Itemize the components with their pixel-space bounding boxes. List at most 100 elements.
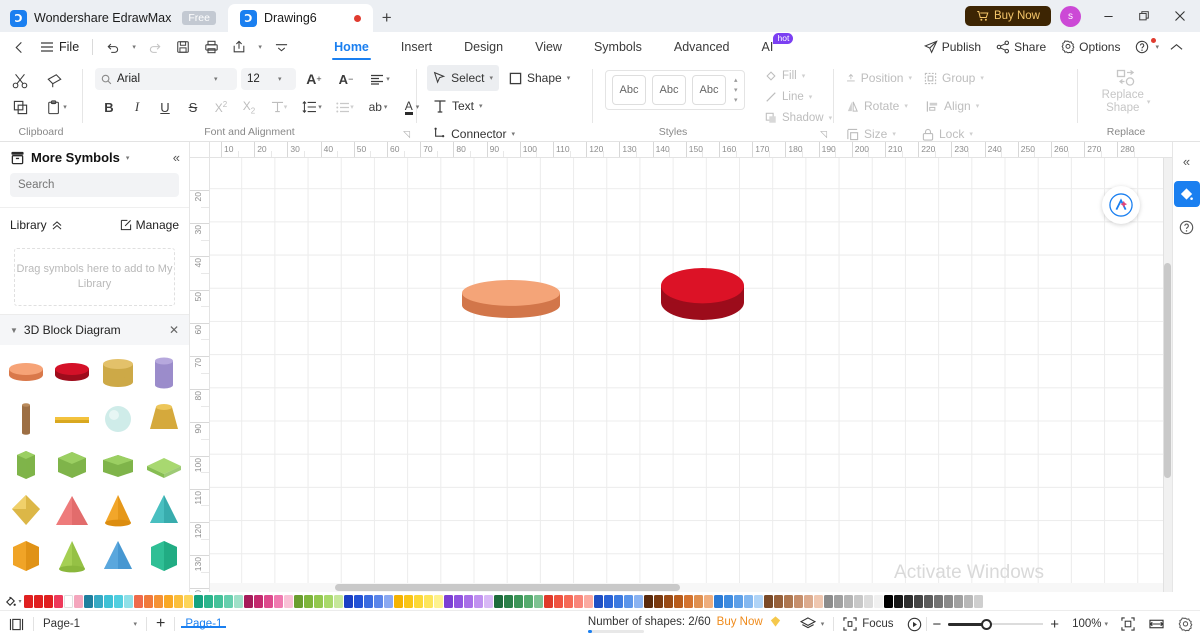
color-swatch[interactable] (374, 594, 383, 608)
tab-view[interactable]: View (519, 32, 578, 62)
color-swatch[interactable] (494, 594, 503, 608)
rotate-button[interactable]: Rotate ▾ (840, 93, 920, 119)
color-swatch[interactable] (24, 594, 33, 608)
zoom-slider-knob[interactable] (981, 618, 993, 630)
style-gallery-scroll[interactable]: ▴ ▾ ▾ (734, 76, 738, 104)
page-view-button[interactable] (0, 611, 33, 637)
manage-library-button[interactable]: Manage (120, 218, 179, 232)
share-button[interactable]: Share (990, 35, 1052, 59)
symbol-trapezoid-blue[interactable] (4, 581, 48, 592)
paste-button[interactable]: ▾ (40, 94, 74, 120)
superscript-button[interactable]: X2 (207, 94, 235, 120)
add-page-button[interactable]: + (147, 611, 174, 637)
color-swatch[interactable] (254, 594, 263, 608)
style-preview-3[interactable]: Abc (692, 75, 726, 105)
symbol-pyramid-teal[interactable] (142, 489, 186, 533)
cut-button[interactable] (6, 68, 34, 94)
select-tool-button[interactable]: Select ▾ (427, 65, 499, 91)
color-swatch[interactable] (304, 594, 313, 608)
color-swatch[interactable] (514, 594, 523, 608)
color-swatch[interactable] (584, 594, 593, 608)
color-swatch[interactable] (274, 594, 283, 608)
vertical-ruler[interactable]: 2030405060708090100110120130140150160 (190, 158, 210, 592)
color-swatch[interactable] (814, 594, 823, 608)
underline-button[interactable]: U (151, 94, 179, 120)
help-panel-button[interactable] (1175, 215, 1199, 239)
fit-width-button[interactable] (1142, 611, 1171, 637)
color-swatch[interactable] (804, 594, 813, 608)
color-swatch[interactable] (124, 594, 133, 608)
save-button[interactable] (170, 35, 196, 59)
symbol-cylinder-purple[interactable] (142, 351, 186, 395)
color-swatch[interactable] (884, 594, 893, 608)
avatar[interactable]: s (1060, 5, 1081, 27)
font-family-field[interactable]: ▾ (95, 68, 237, 90)
page-selector[interactable]: Page-1 ▾ (34, 611, 146, 637)
color-swatch[interactable] (354, 594, 363, 608)
symbol-flat-ellipse-orange[interactable] (4, 351, 48, 395)
color-swatch[interactable] (614, 594, 623, 608)
tab-home[interactable]: Home (318, 32, 385, 62)
symbol-polyhedron-teal[interactable] (142, 535, 186, 579)
style-preview-2[interactable]: Abc (652, 75, 686, 105)
symbol-pyramid-blue[interactable] (96, 535, 140, 579)
color-swatch[interactable] (194, 594, 203, 608)
color-swatch[interactable] (964, 594, 973, 608)
color-swatch[interactable] (674, 594, 683, 608)
settings-button[interactable] (1171, 611, 1200, 637)
color-swatch[interactable] (934, 594, 943, 608)
font-family-caret-icon[interactable]: ▾ (214, 75, 218, 83)
font-family-input[interactable] (117, 73, 209, 85)
copy-button[interactable] (6, 94, 34, 120)
color-swatch[interactable] (664, 594, 673, 608)
color-swatch[interactable] (874, 594, 883, 608)
zoom-slider[interactable] (948, 617, 1044, 631)
collapse-symbols-panel-icon[interactable]: « (173, 150, 180, 165)
more-commands-button[interactable] (268, 35, 294, 59)
symbol-cube-green[interactable] (50, 443, 94, 487)
horizontal-ruler[interactable]: 10 20 30 40 50 60 70 80 90 100 110 120 130 140 150 160 1… (210, 142, 1172, 158)
bold-button[interactable]: B (95, 94, 123, 120)
symbol-cylinder-gold[interactable] (96, 351, 140, 395)
color-swatch[interactable] (574, 594, 583, 608)
style-preview-1[interactable]: Abc (612, 75, 646, 105)
ai-assistant-button[interactable] (1102, 186, 1140, 224)
zoom-out-button[interactable]: − (933, 616, 942, 633)
color-swatch[interactable] (324, 594, 333, 608)
symbol-cone-truncated-gold[interactable] (142, 397, 186, 441)
undo-button[interactable] (100, 35, 126, 59)
color-swatch[interactable] (444, 594, 453, 608)
file-menu-button[interactable]: File (34, 35, 85, 59)
style-gallery[interactable]: Abc Abc Abc ▴ ▾ ▾ (605, 70, 745, 110)
color-swatch[interactable] (744, 594, 753, 608)
symbol-octahedron-yellow[interactable] (4, 489, 48, 533)
export-dropdown[interactable]: ▾ (254, 35, 266, 59)
text-wrap-button[interactable]: ab ▾ (361, 94, 395, 120)
color-swatch[interactable] (154, 594, 163, 608)
font-size-field[interactable]: ▾ (241, 68, 296, 90)
font-size-input[interactable] (247, 73, 273, 85)
back-button[interactable] (6, 35, 32, 59)
symbol-slab-green[interactable] (142, 443, 186, 487)
color-swatch[interactable] (534, 594, 543, 608)
color-swatch[interactable] (764, 594, 773, 608)
color-swatch[interactable] (484, 594, 493, 608)
tab-design[interactable]: Design (448, 32, 519, 62)
tab-advanced[interactable]: Advanced (658, 32, 746, 62)
color-swatch[interactable] (234, 594, 243, 608)
color-swatch[interactable] (134, 594, 143, 608)
expand-collapse-icon[interactable]: ▼ (10, 326, 18, 335)
symbol-search-input[interactable] (10, 179, 179, 191)
color-swatch[interactable] (704, 594, 713, 608)
color-swatch[interactable] (94, 594, 103, 608)
undo-dropdown[interactable]: ▾ (128, 35, 140, 59)
color-swatch[interactable] (914, 594, 923, 608)
color-swatch[interactable] (784, 594, 793, 608)
symbol-thin-bar-yellow[interactable] (50, 397, 94, 441)
symbol-cone-green[interactable] (50, 535, 94, 579)
symbol-cone-orange[interactable] (96, 489, 140, 533)
color-swatch[interactable] (474, 594, 483, 608)
line-button[interactable]: Line ▾ (759, 86, 818, 107)
color-swatch[interactable] (284, 594, 293, 608)
color-swatch[interactable] (104, 594, 113, 608)
